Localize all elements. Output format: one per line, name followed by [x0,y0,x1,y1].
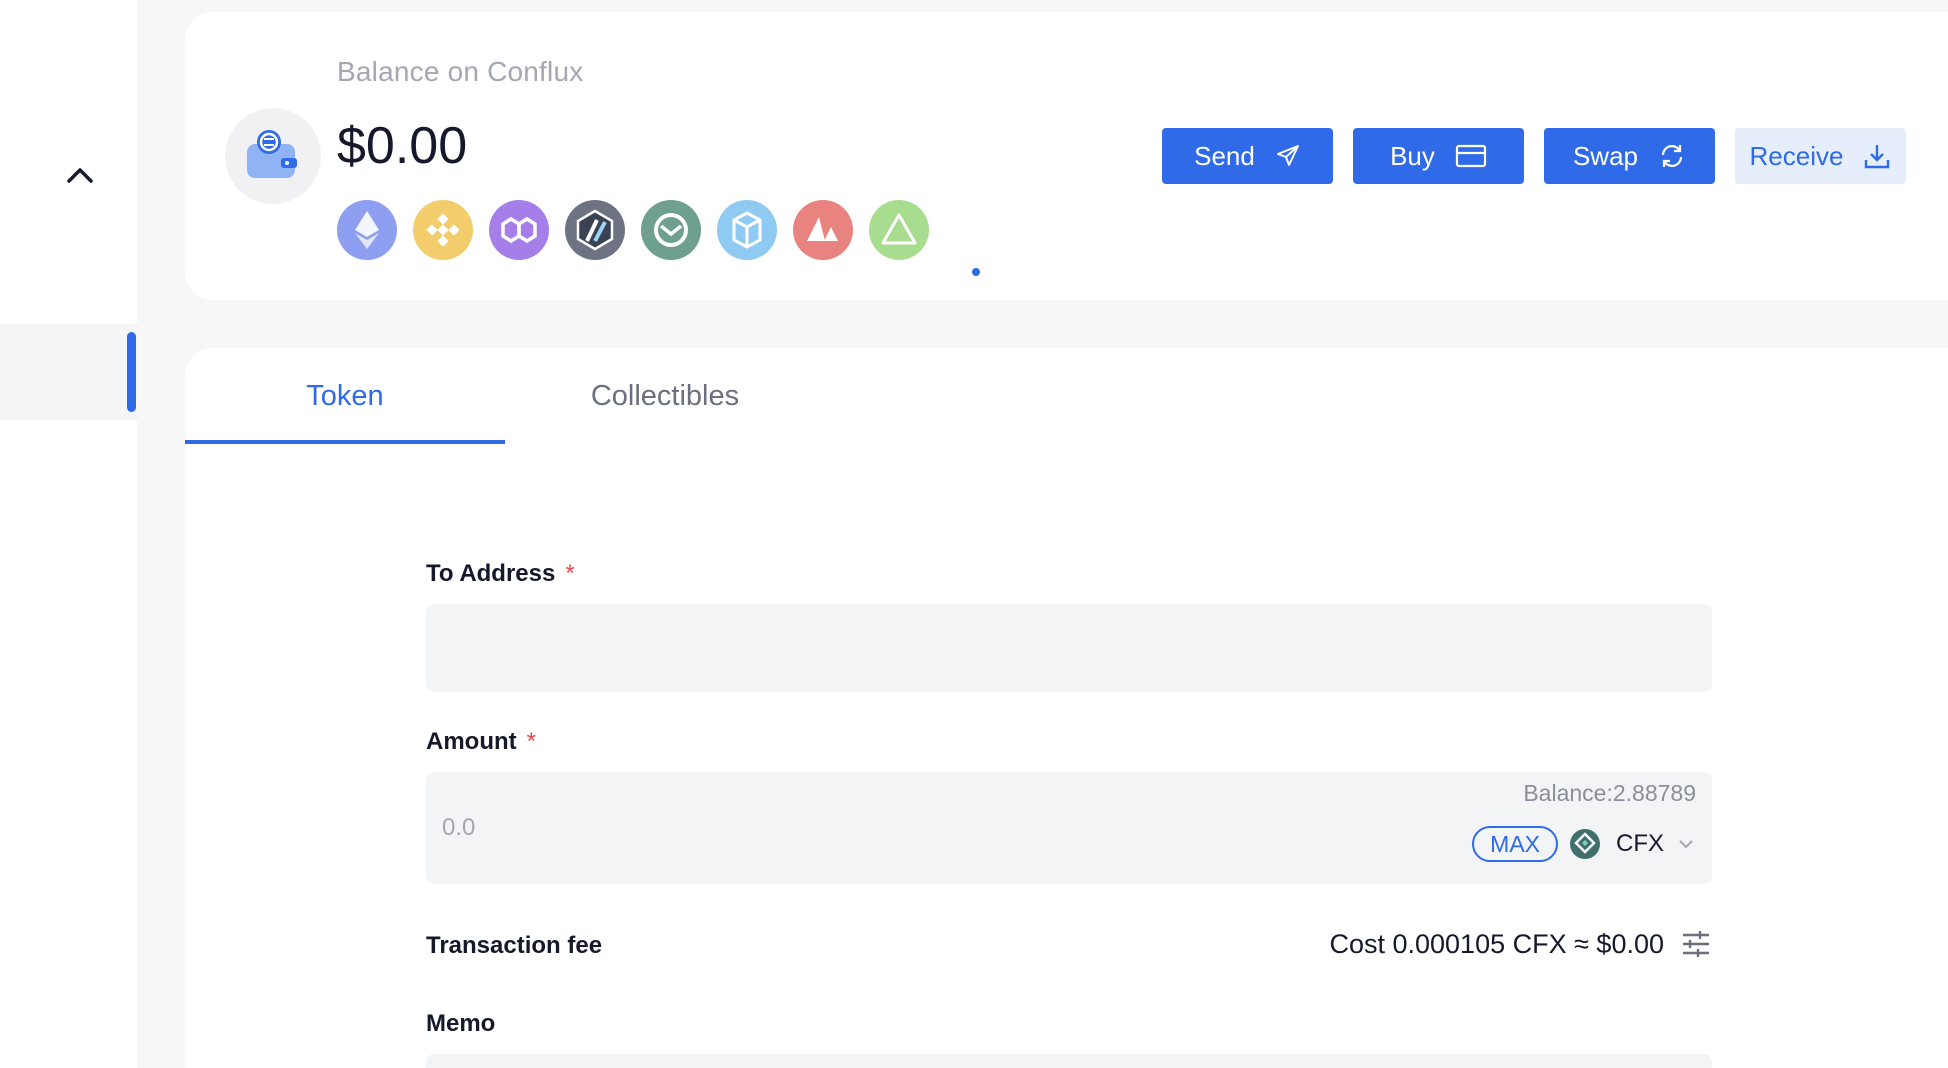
swap-icon [1661,145,1683,167]
download-icon [1865,145,1890,169]
amount-field: Balance:2.88789 MAX CFX [426,772,1712,884]
cfx-token-icon [1570,829,1600,859]
buy-button-label: Buy [1390,140,1435,171]
fee-cost-text: Cost 0.000105 CFX ≈ $0.00 [1329,928,1664,959]
token-balance: Balance:2.88789 [1523,780,1696,806]
action-buttons: Send Buy Swap Receive [1162,128,1906,184]
balance-amount: $0.00 [337,117,468,175]
fantom-icon[interactable] [717,200,777,260]
chain-list [337,200,929,260]
memo-label: Memo [426,1010,496,1037]
avalanche-icon[interactable] [793,200,853,260]
bnb-icon[interactable] [413,200,473,260]
tab-token[interactable]: Token [185,348,505,444]
to-address-input[interactable] [426,604,1712,692]
sidebar-active-item[interactable] [0,324,137,420]
tab-collectibles[interactable]: Collectibles [505,348,825,444]
transaction-fee-label: Transaction fee [426,932,603,959]
neon-icon[interactable] [869,200,929,260]
send-panel: Token Collectibles To Address * Amount * B… [185,348,1948,1068]
asset-tabs: Token Collectibles [185,348,825,444]
swap-button[interactable]: Swap [1544,128,1715,184]
ethereum-icon[interactable] [337,200,397,260]
token-selector-row: MAX CFX [1472,826,1696,862]
carousel-dot[interactable] [972,268,980,276]
wallet-avatar [225,108,321,204]
buy-button[interactable]: Buy [1353,128,1524,184]
to-address-label-text: To Address [426,560,556,587]
active-tab-underline [185,440,505,444]
credit-card-icon [1455,144,1487,168]
receive-button[interactable]: Receive [1735,128,1906,184]
swap-button-label: Swap [1572,140,1639,171]
to-address-label: To Address * [426,560,575,588]
sidebar [0,0,137,1068]
max-button[interactable]: MAX [1472,826,1558,862]
fee-settings-icon[interactable] [1680,928,1712,960]
gnosis-icon[interactable] [641,200,701,260]
send-button-label: Send [1194,140,1255,171]
collapse-chevron-up-icon[interactable] [62,160,98,190]
transaction-fee-value: Cost 0.000105 CFX ≈ $0.00 [1329,924,1712,964]
chevron-down-icon[interactable] [1676,837,1696,851]
memo-input[interactable] [426,1054,1712,1068]
wallet-icon [247,130,297,178]
send-button[interactable]: Send [1162,128,1333,184]
amount-input[interactable] [442,804,1042,852]
send-icon [1276,145,1299,166]
polygon-icon[interactable] [489,200,549,260]
sidebar-active-indicator [127,332,136,412]
receive-button-label: Receive [1749,140,1844,171]
amount-label: Amount * [426,728,536,756]
amount-label-text: Amount [426,728,517,755]
token-symbol[interactable]: CFX [1616,830,1664,858]
balance-card: Balance on Conflux $0.00 Send Buy Swap R… [185,12,1948,300]
required-mark: * [565,560,575,587]
balance-label: Balance on Conflux [337,56,584,87]
arbitrum-icon[interactable] [565,200,625,260]
required-mark: * [526,728,536,755]
